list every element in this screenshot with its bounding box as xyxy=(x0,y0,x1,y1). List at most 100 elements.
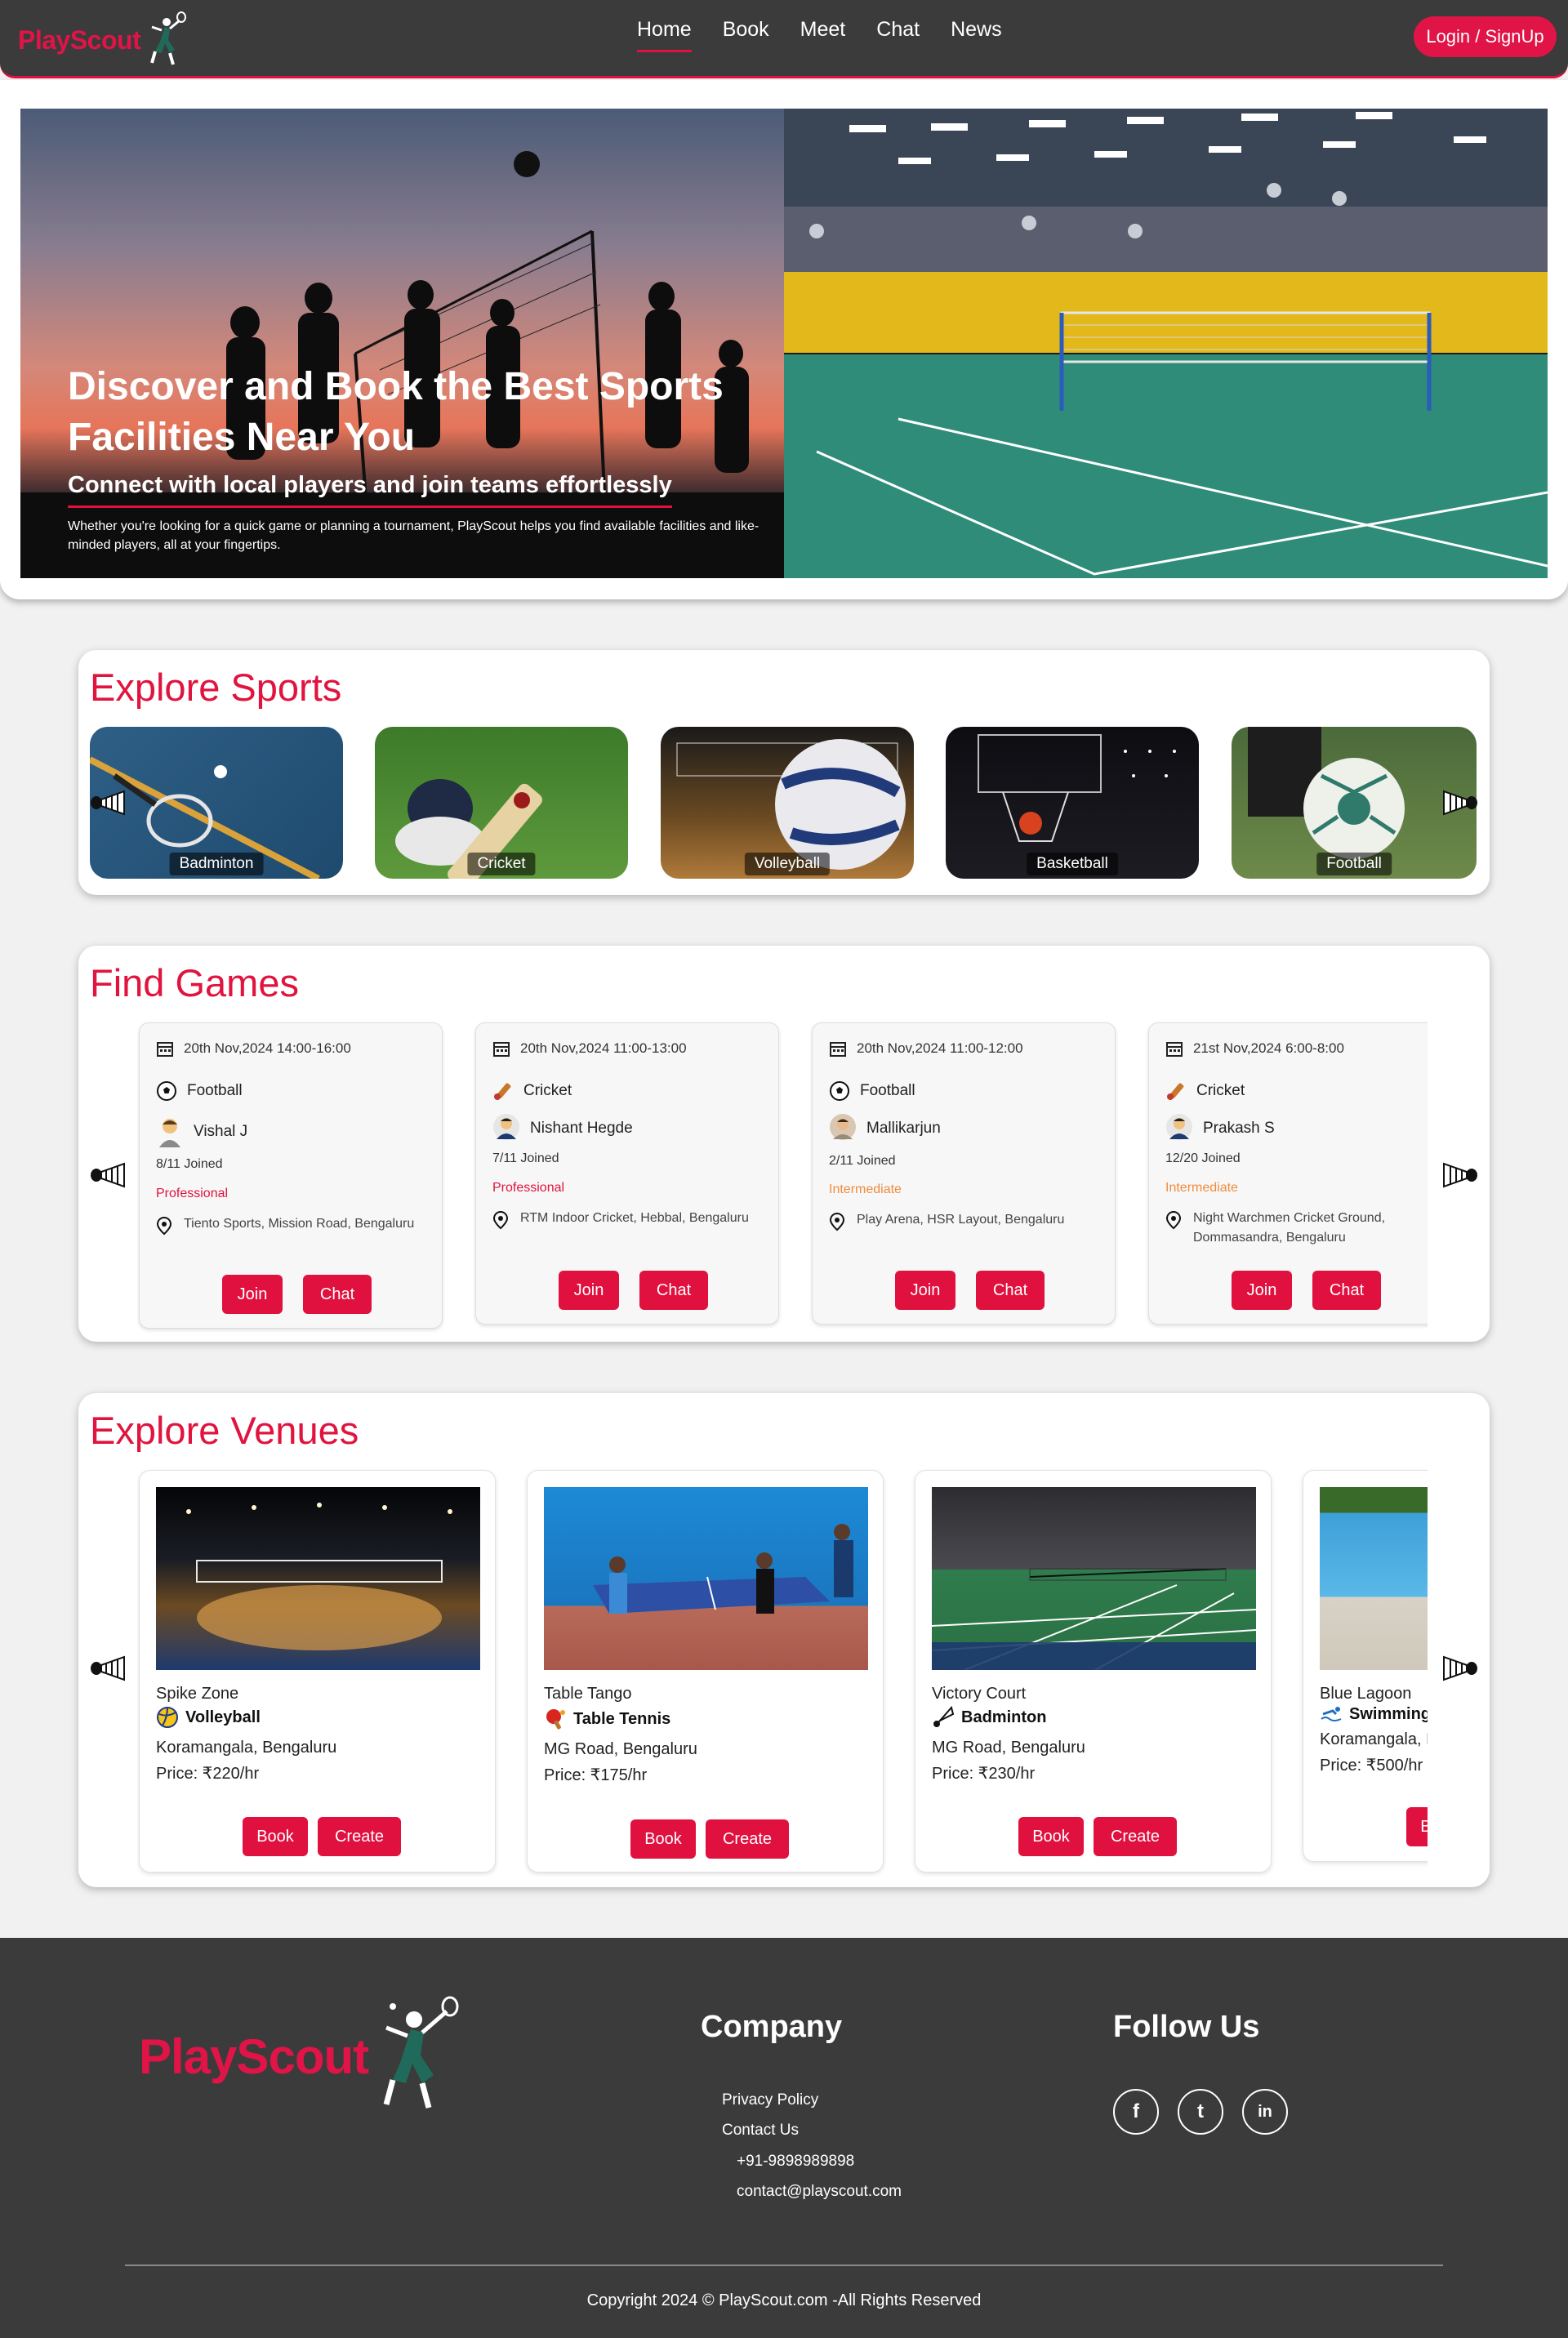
game-datetime: 20th Nov,2024 14:00-16:00 xyxy=(184,1040,351,1056)
location-pin-icon xyxy=(492,1210,509,1230)
hero-indoor-court-image xyxy=(784,109,1548,578)
venue-card: Victory Court Badminton MG Road, Bengalu… xyxy=(915,1470,1272,1873)
privacy-policy-link[interactable]: Privacy Policy xyxy=(722,2091,818,2109)
venue-address: Koramangala, Bengaluru xyxy=(1320,1730,1428,1748)
venue-price: Price: ₹220/hr xyxy=(156,1765,260,1783)
venue-image xyxy=(544,1487,868,1670)
book-button[interactable]: Book xyxy=(243,1817,308,1856)
game-location: Tiento Sports, Mission Road, Bengaluru xyxy=(184,1217,415,1231)
venue-address: MG Road, Bengaluru xyxy=(544,1740,697,1758)
shuttlecock-left-arrow-icon[interactable] xyxy=(90,1654,127,1682)
nav-chat[interactable]: Chat xyxy=(876,18,920,52)
sport-label: Badminton xyxy=(169,853,264,875)
venues-carousel: Spike Zone Volleyball Koramangala, Benga… xyxy=(137,1468,1428,1877)
venue-price: Price: ₹230/hr xyxy=(932,1765,1036,1783)
explore-venues-section: Explore Venues Spike Zone Volleyball Kor… xyxy=(78,1393,1490,1887)
sport-tile-badminton[interactable]: Badminton xyxy=(90,727,343,879)
game-host: Vishal J xyxy=(194,1123,248,1140)
twitter-icon[interactable]: t xyxy=(1178,2089,1223,2135)
join-button[interactable]: Join xyxy=(559,1271,619,1310)
game-sport: Football xyxy=(187,1082,243,1099)
explore-sports-title: Explore Sports xyxy=(90,666,342,709)
sport-tile-basketball[interactable]: Basketball xyxy=(946,727,1199,879)
venue-image xyxy=(156,1487,480,1670)
nav-links: Home Book Meet Chat News xyxy=(637,18,1002,52)
join-button[interactable]: Join xyxy=(222,1275,283,1314)
sport-tile-football[interactable]: Football xyxy=(1232,727,1477,879)
venue-image xyxy=(1320,1487,1428,1670)
linkedin-icon[interactable]: in xyxy=(1242,2089,1288,2135)
game-sport: Cricket xyxy=(1196,1082,1245,1099)
location-pin-icon xyxy=(1165,1210,1182,1230)
venue-sport: Table Tennis xyxy=(573,1709,671,1728)
nav-book[interactable]: Book xyxy=(723,18,769,52)
shuttlecock-right-arrow-icon[interactable] xyxy=(1441,789,1478,817)
email-address[interactable]: contact@playscout.com xyxy=(737,2183,902,2201)
cricket-bat-icon xyxy=(494,1083,511,1100)
nav-news[interactable]: News xyxy=(951,18,1002,52)
badminton-player-logo-icon xyxy=(383,1996,459,2109)
chat-button[interactable]: Chat xyxy=(976,1271,1045,1310)
avatar xyxy=(1166,1114,1192,1140)
game-level: Professional xyxy=(156,1187,229,1200)
game-joined: 12/20 Joined xyxy=(1165,1151,1241,1165)
sport-label: Football xyxy=(1316,853,1392,875)
brand-logo[interactable]: PlayScout xyxy=(18,11,188,69)
game-sport: Football xyxy=(860,1082,915,1099)
facebook-icon[interactable]: f xyxy=(1113,2089,1159,2135)
avatar xyxy=(493,1114,519,1140)
game-datetime: 20th Nov,2024 11:00-13:00 xyxy=(520,1040,687,1056)
shuttlecock-right-arrow-icon[interactable] xyxy=(1441,1161,1478,1189)
football-icon xyxy=(830,1081,849,1101)
login-signup-button[interactable]: Login / SignUp xyxy=(1414,16,1557,57)
venue-sport: Volleyball xyxy=(185,1708,261,1726)
hero-section: Discover and Book the Best Sports Facili… xyxy=(0,80,1568,599)
footer-divider xyxy=(125,2265,1443,2266)
venue-card: Spike Zone Volleyball Koramangala, Benga… xyxy=(139,1470,496,1873)
location-pin-icon xyxy=(156,1216,172,1236)
game-datetime: 20th Nov,2024 11:00-12:00 xyxy=(857,1040,1023,1056)
footer-brand-logo[interactable]: PlayScout xyxy=(139,1995,466,2118)
explore-sports-section: Explore Sports Badminton Cricket Volleyb… xyxy=(78,650,1490,895)
book-button[interactable]: Book xyxy=(1018,1817,1084,1856)
hero-subtitle: Connect with local players and join team… xyxy=(68,472,672,508)
venue-card: Table Tango Table Tennis MG Road, Bengal… xyxy=(527,1470,884,1873)
create-button[interactable]: Create xyxy=(318,1817,401,1856)
hero-volleyball-sunset-image: Discover and Book the Best Sports Facili… xyxy=(20,109,784,578)
nav-meet[interactable]: Meet xyxy=(800,18,846,52)
table-tennis-paddle-icon xyxy=(546,1709,565,1730)
game-host: Mallikarjun xyxy=(866,1120,941,1137)
contact-us-link[interactable]: Contact Us xyxy=(722,2122,799,2140)
calendar-icon xyxy=(1166,1042,1183,1057)
create-button[interactable]: Create xyxy=(1094,1817,1177,1856)
shuttlecock-left-arrow-icon[interactable] xyxy=(90,789,127,817)
game-host: Nishant Hegde xyxy=(530,1120,633,1137)
chat-button[interactable]: Chat xyxy=(639,1271,708,1310)
chat-button[interactable]: Chat xyxy=(303,1275,372,1314)
game-card: 20th Nov,2024 11:00-12:00 Football Malli… xyxy=(812,1022,1116,1325)
venue-card: Blue Lagoon Swimming Koramangala, Bengal… xyxy=(1303,1470,1428,1862)
game-datetime: 21st Nov,2024 6:00-8:00 xyxy=(1193,1040,1344,1056)
chat-button[interactable]: Chat xyxy=(1312,1271,1381,1310)
sport-tile-volleyball[interactable]: Volleyball xyxy=(661,727,914,879)
join-button[interactable]: Join xyxy=(1232,1271,1292,1310)
game-card: 21st Nov,2024 6:00-8:00 Cricket Prakash … xyxy=(1148,1022,1428,1325)
book-button[interactable]: Book xyxy=(1406,1807,1428,1846)
venue-address: Koramangala, Bengaluru xyxy=(156,1739,337,1757)
sport-tile-cricket[interactable]: Cricket xyxy=(375,727,628,879)
shuttlecock-left-arrow-icon[interactable] xyxy=(90,1161,127,1189)
game-location: RTM Indoor Cricket, Hebbal, Bengaluru xyxy=(520,1211,749,1225)
hero-description: Whether you're looking for a quick game … xyxy=(68,519,760,552)
nav-home[interactable]: Home xyxy=(637,18,692,52)
avatar xyxy=(159,1119,180,1147)
join-button[interactable]: Join xyxy=(895,1271,956,1310)
shuttlecock-right-arrow-icon[interactable] xyxy=(1441,1654,1478,1682)
venue-name: Spike Zone xyxy=(156,1685,239,1703)
football-icon xyxy=(157,1081,176,1101)
avatar xyxy=(830,1114,856,1140)
swimming-icon xyxy=(1321,1707,1342,1721)
venue-address: MG Road, Bengaluru xyxy=(932,1739,1085,1757)
book-button[interactable]: Book xyxy=(630,1819,696,1859)
calendar-icon xyxy=(157,1042,173,1057)
create-button[interactable]: Create xyxy=(706,1819,789,1859)
